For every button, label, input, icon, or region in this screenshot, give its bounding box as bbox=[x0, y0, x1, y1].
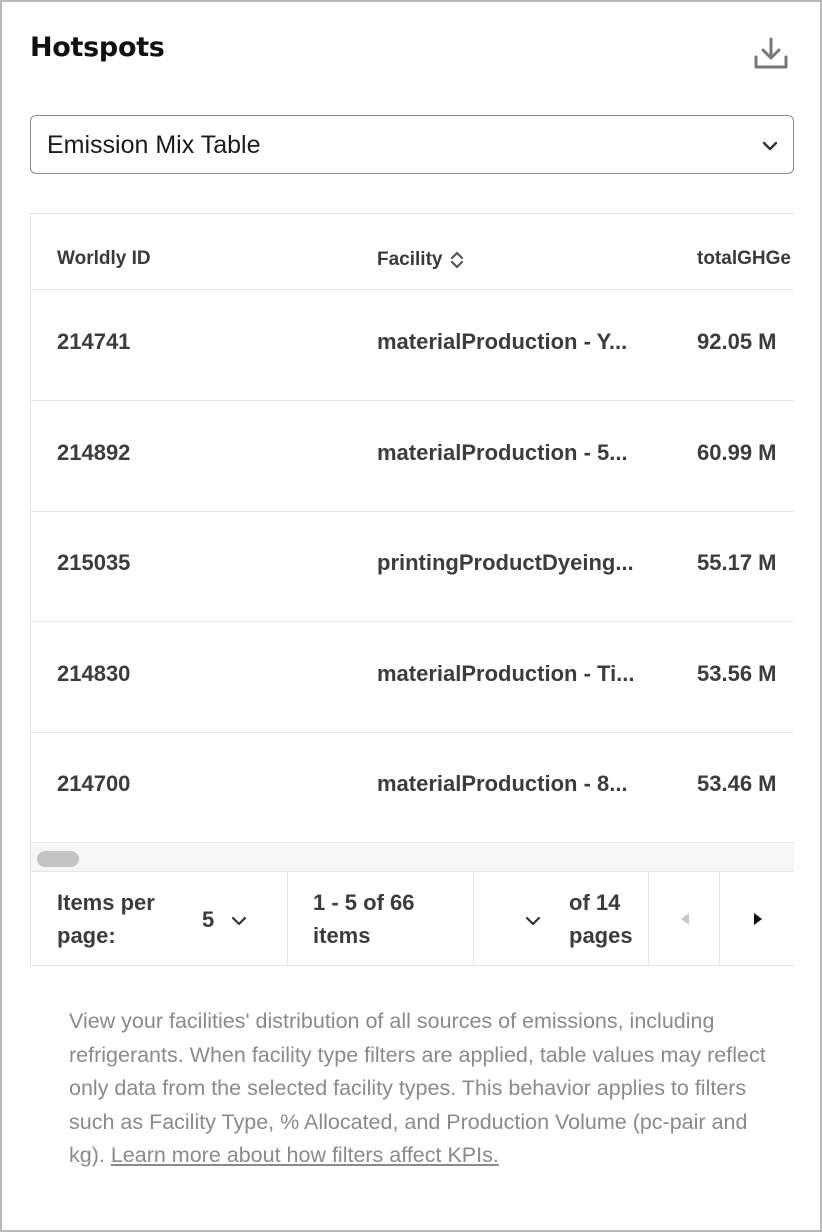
table-row[interactable]: 214830 materialProduction - Ti... 53.56 … bbox=[31, 622, 794, 733]
chevron-down-icon bbox=[231, 916, 247, 926]
cell-worldly-id: 214700 bbox=[57, 771, 131, 796]
cell-worldly-id: 214892 bbox=[57, 440, 131, 465]
items-per-page-value: 5 bbox=[202, 907, 215, 932]
page-select[interactable]: of 14 pages bbox=[474, 872, 649, 965]
next-page-button[interactable] bbox=[720, 872, 794, 965]
items-per-page-label: Items per page: bbox=[57, 890, 155, 948]
description-text: View your facilities' distribution of al… bbox=[69, 1005, 769, 1173]
column-header-facility-label: Facility bbox=[377, 249, 443, 271]
previous-page-button[interactable] bbox=[649, 872, 720, 965]
table-header: Worldly ID Facility totalGHGe bbox=[31, 214, 794, 290]
of-pages-text: of 14 pages bbox=[569, 890, 633, 948]
scrollbar-thumb[interactable] bbox=[37, 851, 79, 867]
learn-more-link[interactable]: Learn more about how filters affect KPIs… bbox=[111, 1143, 499, 1167]
caret-left-icon bbox=[681, 913, 689, 925]
cell-total-ghge: 53.56 M bbox=[697, 661, 777, 686]
column-header-worldly-id: Worldly ID bbox=[57, 248, 151, 269]
chevron-down-icon bbox=[762, 141, 778, 151]
horizontal-scrollbar[interactable] bbox=[31, 842, 794, 872]
cell-facility: printingProductDyeing... bbox=[377, 550, 634, 575]
column-header-total-ghge: totalGHGe bbox=[697, 248, 791, 269]
emission-mix-table: Worldly ID Facility totalGHGe 214741 mat… bbox=[30, 213, 794, 966]
column-header-facility[interactable]: Facility bbox=[377, 248, 466, 272]
cell-worldly-id: 214830 bbox=[57, 661, 131, 686]
cell-total-ghge: 55.17 M bbox=[697, 550, 777, 575]
cell-worldly-id: 214741 bbox=[57, 329, 131, 354]
cell-facility: materialProduction - Ti... bbox=[377, 661, 635, 686]
table-row[interactable]: 214892 materialProduction - 5... 60.99 M bbox=[31, 401, 794, 512]
cell-total-ghge: 53.46 M bbox=[697, 771, 777, 796]
cell-worldly-id: 215035 bbox=[57, 550, 131, 575]
chevron-down-icon bbox=[525, 916, 541, 926]
table-row[interactable]: 214700 materialProduction - 8... 53.46 M bbox=[31, 732, 794, 843]
cell-facility: materialProduction - 5... bbox=[377, 440, 628, 465]
hotspots-card: Hotspots Emission Mix Table Worldly ID F… bbox=[0, 0, 822, 1232]
cell-total-ghge: 92.05 M bbox=[697, 329, 777, 354]
table-row[interactable]: 215035 printingProductDyeing... 55.17 M bbox=[31, 511, 794, 622]
items-per-page-section: Items per page: bbox=[31, 872, 288, 965]
download-icon bbox=[754, 37, 788, 69]
pagination: Items per page: 5 1 - 5 of 66 items of 1… bbox=[31, 872, 794, 965]
view-select[interactable]: Emission Mix Table bbox=[30, 115, 794, 174]
cell-facility: materialProduction - Y... bbox=[377, 329, 628, 354]
item-range-section: 1 - 5 of 66 items bbox=[288, 872, 474, 965]
sort-icon[interactable] bbox=[448, 248, 466, 272]
view-select-value: Emission Mix Table bbox=[47, 131, 261, 159]
table-row[interactable]: 214741 materialProduction - Y... 92.05 M bbox=[31, 290, 794, 401]
item-range-text: 1 - 5 of 66 items bbox=[313, 890, 415, 948]
download-button[interactable] bbox=[752, 35, 790, 73]
cell-facility: materialProduction - 8... bbox=[377, 771, 628, 796]
caret-right-icon bbox=[754, 913, 762, 925]
cell-total-ghge: 60.99 M bbox=[697, 440, 777, 465]
card-title: Hotspots bbox=[30, 32, 165, 63]
